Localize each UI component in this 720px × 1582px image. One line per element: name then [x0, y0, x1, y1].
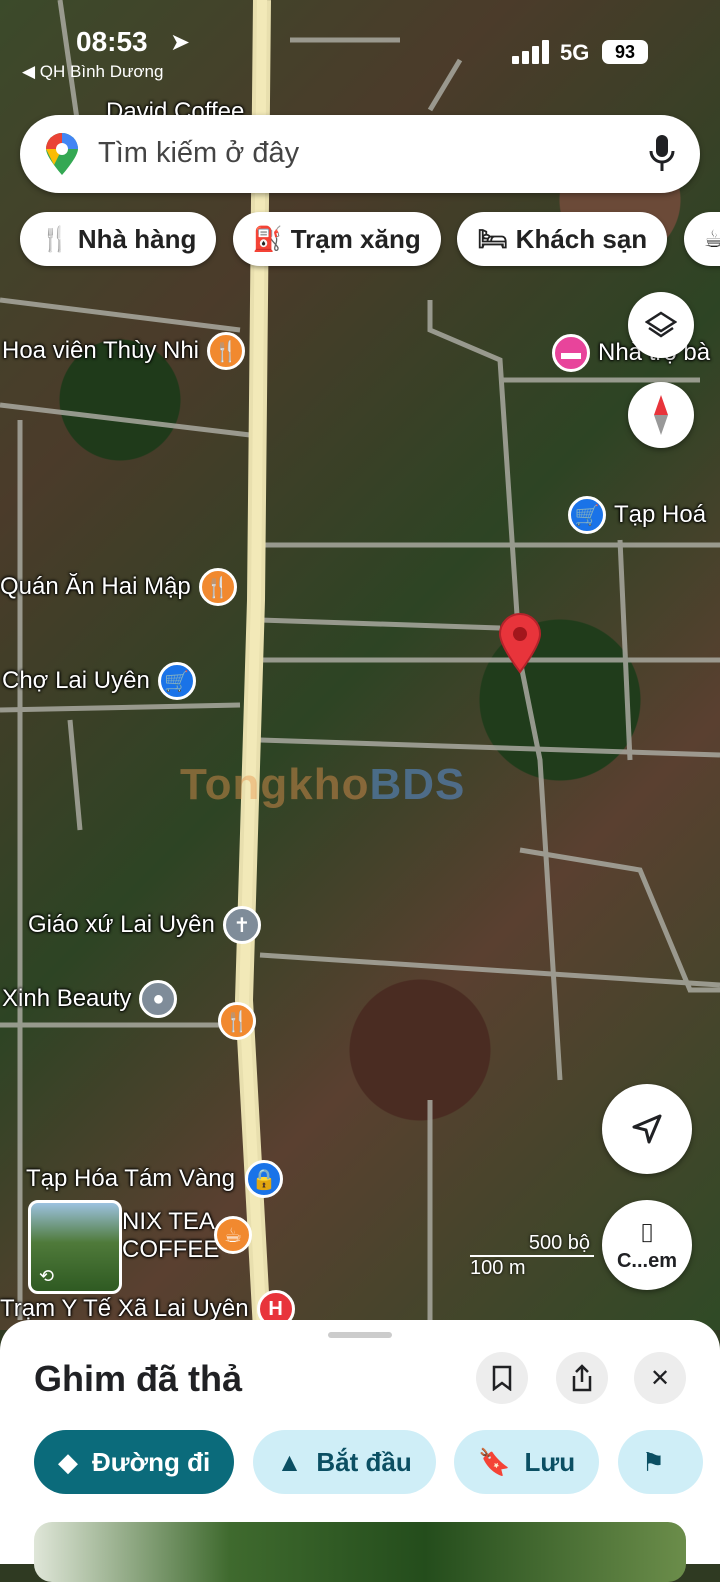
chip-gas-stations[interactable]: ⛽ Trạm xăng	[232, 212, 441, 266]
chip-restaurants[interactable]: 🍴 Nhà hàng	[20, 212, 217, 266]
status-time: 08:53	[76, 26, 148, 57]
bottom-sheet: Ghim đã thả ✕ ◆ Đường đi ▲ Bắt đầu 🔖 Lưu…	[0, 1320, 720, 1582]
poi-label: Quán Ăn Hai Mập	[0, 573, 191, 600]
restaurant-icon: 🍴	[218, 1002, 256, 1040]
location-arrow-icon: ➤	[170, 29, 191, 56]
poi-cho[interactable]: Chợ Lai Uyên 🛒	[2, 662, 196, 700]
poi-label: COFFEE	[122, 1236, 220, 1263]
church-icon: ✝	[222, 906, 261, 944]
scale-lower: 100 m	[470, 1257, 526, 1279]
compass-button[interactable]	[628, 382, 694, 448]
category-chips: 🍴 Nhà hàng ⛽ Trạm xăng 🛏 Khách sạn ☕	[20, 212, 720, 266]
sheet-drag-handle[interactable]	[328, 1332, 392, 1338]
directions-icon: ◆	[58, 1446, 78, 1477]
navigation-arrow-icon	[632, 1114, 662, 1144]
poi-nix-tea[interactable]: NIX TEA COFFEE	[122, 1208, 219, 1264]
street-view-thumbnail[interactable]: ⟲	[28, 1200, 122, 1294]
restaurant-icon: 🍴	[207, 332, 245, 370]
share-icon	[572, 1364, 592, 1392]
poi-label: Hoa viên Thùy Nhi	[2, 337, 199, 364]
poi-xinh-beauty[interactable]: Xinh Beauty ●	[2, 980, 178, 1018]
flag-button[interactable]: ⚑	[617, 1430, 703, 1494]
poi-tap-hoa-right[interactable]: 🛒 Tạp Hoá	[568, 496, 706, 534]
navigation-arrow-icon: ▲	[276, 1446, 303, 1477]
place-photo[interactable]	[34, 1522, 686, 1582]
search-bar[interactable]: Tìm kiếm ở đây	[20, 115, 700, 193]
layers-icon	[645, 311, 677, 338]
gas-pump-icon: ⛽	[252, 225, 283, 253]
poi-label: Tạp Hóa Tám Vàng	[26, 1165, 236, 1192]
layers-button[interactable]	[628, 292, 694, 358]
shopping-bag-icon: 🔒	[245, 1160, 284, 1198]
cup-icon: ☕	[703, 225, 720, 253]
dropped-pin-icon[interactable]	[498, 612, 542, 674]
poi-label: Tạp Hoá	[614, 501, 707, 528]
cart-icon: 🛒	[568, 496, 606, 534]
location-dot-icon: ●	[139, 980, 178, 1018]
action-buttons: ◆ Đường đi ▲ Bắt đầu 🔖 Lưu ⚑	[34, 1430, 717, 1494]
restaurant-icon: 🍴	[198, 568, 237, 606]
poi-label: Xinh Beauty	[2, 985, 132, 1012]
my-location-button[interactable]	[602, 1084, 692, 1174]
battery-indicator: 93	[602, 40, 648, 64]
cup-icon: ☕	[214, 1216, 252, 1254]
flag-icon: ⚑	[641, 1446, 665, 1477]
bed-icon: ▬	[552, 334, 590, 372]
status-bar: 08:53 ➤ ◀ QH Bình Dương 5G 93	[0, 0, 720, 100]
bed-icon: 🛏	[477, 225, 508, 253]
cart-icon: 🛒	[157, 662, 196, 700]
scale-upper: 500 bộ	[470, 1232, 594, 1257]
poi-hoa-vien[interactable]: Hoa viên Thùy Nhi 🍴	[2, 332, 245, 370]
camera-scan-icon: ⌷	[639, 1217, 655, 1248]
lens-button[interactable]: ⌷ C...em	[602, 1200, 692, 1290]
poi-label: Trạm Y Tế Xã Lai Uyên	[0, 1295, 249, 1322]
poi-cafe-pin[interactable]: ☕	[214, 1216, 252, 1254]
compass-icon	[654, 395, 668, 435]
rotate-360-icon: ⟲	[39, 1266, 55, 1286]
search-input[interactable]: Tìm kiếm ở đây	[98, 137, 299, 170]
poi-label: Chợ Lai Uyên	[2, 667, 150, 694]
map-scale: 500 bộ 100 m	[470, 1232, 594, 1280]
poi-label: Giáo xứ Lai Uyên	[28, 911, 215, 938]
share-button[interactable]	[556, 1352, 608, 1404]
close-icon: ✕	[649, 1364, 671, 1392]
network-type: 5G	[560, 40, 590, 65]
signal-icon	[512, 40, 552, 64]
close-button[interactable]: ✕	[634, 1352, 686, 1404]
directions-button[interactable]: ◆ Đường đi	[34, 1430, 235, 1494]
poi-label: NIX TEA	[122, 1208, 215, 1235]
maps-logo-icon	[46, 133, 78, 175]
fork-knife-icon: 🍴	[40, 225, 70, 253]
save-button[interactable]: 🔖 Lưu	[454, 1430, 600, 1494]
chip-more[interactable]: ☕	[683, 212, 720, 266]
lens-label: C...em	[616, 1249, 678, 1272]
chip-hotels[interactable]: 🛏 Khách sạn	[457, 212, 668, 266]
microphone-icon[interactable]	[648, 133, 676, 173]
back-to-app-link[interactable]: ◀ QH Bình Dương	[22, 62, 163, 82]
bookmark-icon	[492, 1365, 512, 1391]
bookmark-icon: 🔖	[478, 1446, 511, 1477]
poi-giao-xu[interactable]: Giáo xứ Lai Uyên ✝	[28, 906, 261, 944]
save-icon-button[interactable]	[476, 1352, 528, 1404]
poi-restaurant[interactable]: 🍴	[218, 1002, 256, 1040]
poi-quan-an[interactable]: Quán Ăn Hai Mập 🍴	[0, 568, 237, 606]
poi-tap-hoa-tam-vang[interactable]: Tạp Hóa Tám Vàng 🔒	[26, 1160, 284, 1198]
start-button[interactable]: ▲ Bắt đầu	[252, 1430, 436, 1494]
place-title: Ghim đã thả	[34, 1358, 243, 1399]
watermark: TongkhoBDS	[180, 760, 466, 809]
